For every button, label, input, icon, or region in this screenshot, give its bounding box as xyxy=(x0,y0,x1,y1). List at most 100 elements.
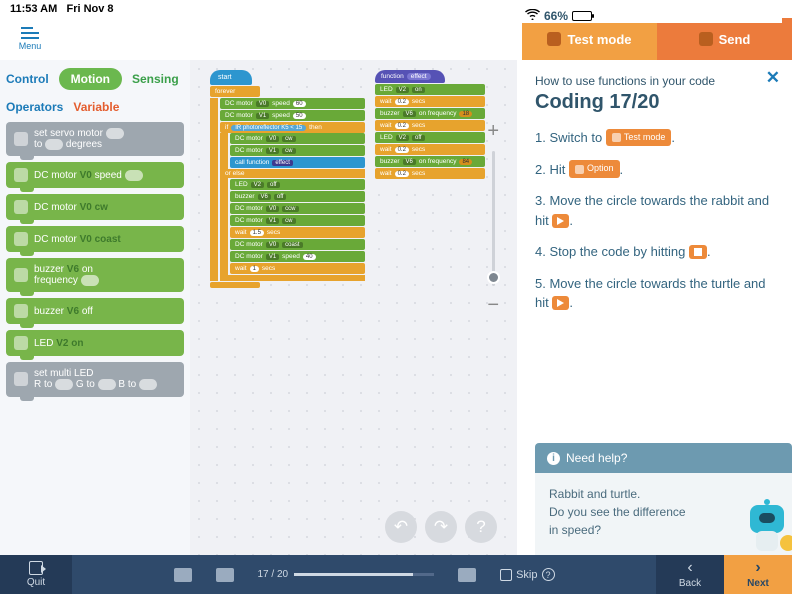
block-buzzer-off[interactable]: buzzer V6 off xyxy=(6,298,184,324)
play-icon xyxy=(557,299,564,307)
fb-buz84[interactable]: buzzerV6on frequency84 xyxy=(375,156,485,167)
hat-function[interactable]: functioneffect xyxy=(375,70,445,83)
help-canvas-button[interactable]: ? xyxy=(465,511,497,543)
skip-control[interactable]: Skip ? xyxy=(500,568,554,581)
tag-stop xyxy=(689,245,707,259)
block-set-servo[interactable]: set servo motor to degrees xyxy=(6,122,184,156)
stack-function[interactable]: functioneffect LEDV2on wait0.2secs buzze… xyxy=(375,70,485,180)
refresh-icon xyxy=(612,133,621,142)
battery-icon xyxy=(572,11,592,21)
skip-help-icon[interactable]: ? xyxy=(542,568,555,581)
fb-wait3[interactable]: wait0.2secs xyxy=(375,144,485,155)
block-dc-cw[interactable]: DC motor V0 cw xyxy=(6,194,184,220)
next-button[interactable]: › Next xyxy=(724,555,792,594)
send-button[interactable]: Send xyxy=(657,18,792,60)
undo-button[interactable]: ↶ xyxy=(385,511,417,543)
motor-icon xyxy=(14,168,28,182)
tag-play2 xyxy=(552,296,569,310)
fb-buz18[interactable]: buzzerV6on frequency18 xyxy=(375,108,485,119)
need-help-header[interactable]: i Need help? xyxy=(535,443,792,473)
block-dc-coast[interactable]: DC motor V0 coast xyxy=(6,226,184,252)
category-motion[interactable]: Motion xyxy=(59,68,122,90)
block-wait1[interactable]: wait1secs xyxy=(230,263,365,274)
block-dc1-speed50[interactable]: DC motorV1speed50 xyxy=(220,110,365,121)
help-panel: ✕ How to use functions in your code Codi… xyxy=(517,60,792,555)
send-label: Send xyxy=(719,32,751,47)
block-dc0-coast[interactable]: DC motorV0coast xyxy=(230,239,365,250)
test-mode-label: Test mode xyxy=(567,32,631,47)
category-variable[interactable]: Variable xyxy=(73,100,119,114)
category-tabs: Control Motion Sensing Operators Variabl… xyxy=(6,68,184,114)
block-led-off[interactable]: LEDV2off xyxy=(230,179,365,190)
close-panel-button[interactable]: ✕ xyxy=(766,68,780,88)
buzzer-icon xyxy=(14,268,28,282)
category-control[interactable]: Control xyxy=(6,72,49,86)
robot-icon[interactable] xyxy=(216,568,234,582)
zoom-slider[interactable] xyxy=(492,151,495,286)
servo-icon xyxy=(14,132,28,146)
block-dc-speed[interactable]: DC motor V0 speed xyxy=(6,162,184,188)
block-forever[interactable]: forever xyxy=(210,86,260,97)
block-wait15[interactable]: wait1.5secs xyxy=(230,227,365,238)
hat-start[interactable]: start xyxy=(210,70,252,85)
block-buzzer-off-c[interactable]: buzzerV6off xyxy=(230,191,365,202)
status-time: 11:53 AM xyxy=(10,3,57,15)
block-dc1-cw2[interactable]: DC motorV1cw xyxy=(230,215,365,226)
chevron-right-icon: › xyxy=(755,560,760,576)
send-icon xyxy=(699,32,713,46)
back-button[interactable]: ‹ Back xyxy=(656,555,724,594)
zoom-out-button[interactable]: − xyxy=(487,294,499,317)
menu-icon xyxy=(21,27,39,39)
quit-button[interactable]: Quit xyxy=(0,555,72,594)
skip-checkbox[interactable] xyxy=(500,569,512,581)
test-mode-button[interactable]: Test mode xyxy=(522,18,657,60)
block-dc0-cw[interactable]: DC motorV0cw xyxy=(230,133,365,144)
progress-bar xyxy=(294,573,434,576)
help-subtitle: How to use functions in your code xyxy=(535,74,774,88)
block-led-on[interactable]: LED V2 on xyxy=(6,330,184,356)
block-dc1-cw[interactable]: DC motorV1cw xyxy=(230,145,365,156)
wifi-icon xyxy=(525,9,540,23)
test-mode-icon xyxy=(547,32,561,46)
stack-main[interactable]: start forever DC motorV0speed60 DC motor… xyxy=(210,70,365,289)
led-icon xyxy=(14,336,28,350)
robot-mascot-icon xyxy=(742,499,792,559)
step-1: 1. Switch to Test mode. xyxy=(535,128,774,148)
quit-icon xyxy=(29,561,43,575)
bottom-bar: Quit 17 / 20 Skip ? ‹ Back › Next xyxy=(0,555,792,594)
block-dc0-speed60[interactable]: DC motorV0speed60 xyxy=(220,98,365,109)
fb-wait1[interactable]: wait0.2secs xyxy=(375,96,485,107)
tag-option: Option xyxy=(569,160,620,178)
battery-pct: 66% xyxy=(544,9,568,23)
need-help-body: Rabbit and turtle. Do you see the differ… xyxy=(535,473,792,555)
fb-led-on[interactable]: LEDV2on xyxy=(375,84,485,95)
progress-label: 17 / 20 xyxy=(258,569,289,580)
category-sensing[interactable]: Sensing xyxy=(132,72,179,86)
redo-button[interactable]: ↷ xyxy=(425,511,457,543)
help-title: Coding 17/20 xyxy=(535,91,774,114)
block-endforever xyxy=(210,282,260,288)
block-dc1-speed40[interactable]: DC motorV1speed40 xyxy=(230,251,365,262)
zoom-in-button[interactable]: + xyxy=(487,120,499,143)
fb-led-off[interactable]: LEDV2off xyxy=(375,132,485,143)
fb-wait2[interactable]: wait0.2secs xyxy=(375,120,485,131)
category-operators[interactable]: Operators xyxy=(6,100,63,114)
chat-icon[interactable] xyxy=(174,568,192,582)
step-4: 4. Stop the code by hitting . xyxy=(535,242,774,262)
code-canvas[interactable]: start forever DC motorV0speed60 DC motor… xyxy=(190,60,517,555)
stop-icon xyxy=(694,248,702,256)
block-if[interactable]: if IR photoreflector K5 < 15 then xyxy=(220,122,365,133)
block-multi-led[interactable]: set multi LED R to G to B to xyxy=(6,362,184,396)
block-dc0-ccw[interactable]: DC motorV0ccw xyxy=(230,203,365,214)
block-buzzer-on[interactable]: buzzer V6 onfrequency xyxy=(6,258,184,292)
fb-wait4[interactable]: wait0.2secs xyxy=(375,168,485,179)
block-call-effect[interactable]: call functioneffect xyxy=(230,157,365,168)
block-else[interactable]: or else xyxy=(220,169,365,178)
zoom-knob[interactable] xyxy=(487,271,500,284)
status-date: Fri Nov 8 xyxy=(66,3,113,15)
menu-button[interactable]: Menu xyxy=(0,27,60,51)
step-2: 2. Hit Option. xyxy=(535,160,774,180)
need-help-box: i Need help? Rabbit and turtle. Do you s… xyxy=(535,443,792,555)
gear-icon xyxy=(575,165,584,174)
clipboard-icon[interactable] xyxy=(458,568,476,582)
